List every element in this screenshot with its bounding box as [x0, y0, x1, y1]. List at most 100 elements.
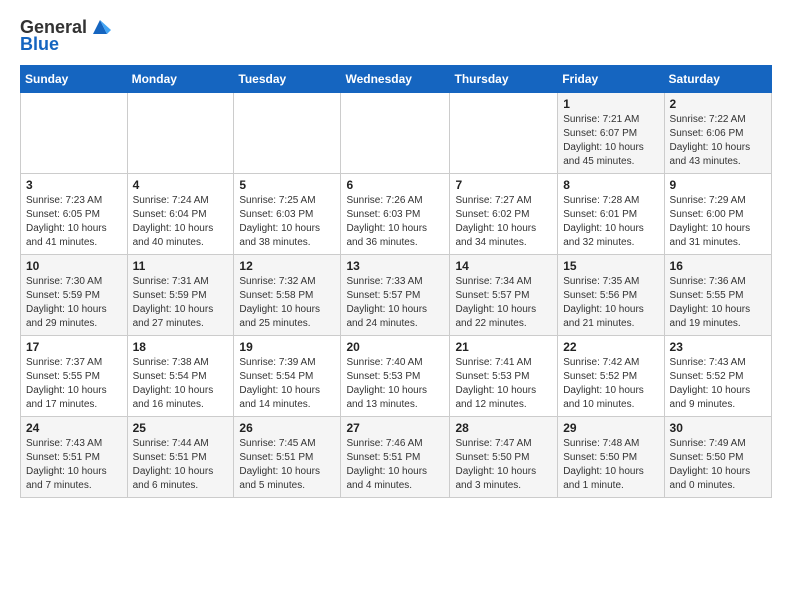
calendar-cell: 14 Sunrise: 7:34 AM Sunset: 5:57 PM Dayli…	[450, 255, 558, 336]
day-info: Sunrise: 7:25 AM Sunset: 6:03 PM Dayligh…	[239, 194, 335, 250]
week-row-1: 3Sunrise: 7:23 AM Sunset: 6:05 PM Daylig…	[21, 174, 772, 255]
day-info: Sunrise: 7:29 AM Sunset: 6:00 PM Dayligh…	[670, 194, 766, 250]
day-info: Sunrise: 7:33 AM Sunset: 5:57 PM Dayligh…	[346, 275, 444, 331]
calendar-cell: 23 Sunrise: 7:43 AM Sunset: 5:52 PM Dayli…	[664, 336, 771, 417]
day-number: 21	[455, 340, 552, 354]
calendar-cell: 13 Sunrise: 7:33 AM Sunset: 5:57 PM Dayli…	[341, 255, 450, 336]
day-number: 16	[670, 259, 766, 273]
day-number: 18	[133, 340, 229, 354]
day-info: Sunrise: 7:43 AM Sunset: 5:52 PM Dayligh…	[670, 356, 766, 412]
day-number: 28	[455, 421, 552, 435]
day-number: 24	[26, 421, 122, 435]
calendar-cell	[127, 93, 234, 174]
day-header-tuesday: Tuesday	[234, 66, 341, 93]
page-container: General Blue SundayMondayTuesdayWednesda…	[0, 0, 792, 508]
logo: General Blue	[20, 16, 111, 55]
day-info: Sunrise: 7:26 AM Sunset: 6:03 PM Dayligh…	[346, 194, 444, 250]
day-header-sunday: Sunday	[21, 66, 128, 93]
day-info: Sunrise: 7:49 AM Sunset: 5:50 PM Dayligh…	[670, 437, 766, 493]
day-info: Sunrise: 7:36 AM Sunset: 5:55 PM Dayligh…	[670, 275, 766, 331]
day-number: 15	[563, 259, 658, 273]
calendar-cell: 30 Sunrise: 7:49 AM Sunset: 5:50 PM Dayli…	[664, 417, 771, 498]
calendar-cell: 27 Sunrise: 7:46 AM Sunset: 5:51 PM Dayli…	[341, 417, 450, 498]
day-info: Sunrise: 7:32 AM Sunset: 5:58 PM Dayligh…	[239, 275, 335, 331]
calendar-cell: 25 Sunrise: 7:44 AM Sunset: 5:51 PM Dayli…	[127, 417, 234, 498]
week-row-2: 10 Sunrise: 7:30 AM Sunset: 5:59 PM Dayli…	[21, 255, 772, 336]
day-header-thursday: Thursday	[450, 66, 558, 93]
week-row-3: 17 Sunrise: 7:37 AM Sunset: 5:55 PM Dayli…	[21, 336, 772, 417]
day-info: Sunrise: 7:30 AM Sunset: 5:59 PM Dayligh…	[26, 275, 122, 331]
day-number: 12	[239, 259, 335, 273]
calendar-cell: 29 Sunrise: 7:48 AM Sunset: 5:50 PM Dayli…	[558, 417, 664, 498]
day-number: 25	[133, 421, 229, 435]
day-number: 14	[455, 259, 552, 273]
day-number: 4	[133, 178, 229, 192]
day-info: Sunrise: 7:46 AM Sunset: 5:51 PM Dayligh…	[346, 437, 444, 493]
day-header-monday: Monday	[127, 66, 234, 93]
calendar-cell: 9 Sunrise: 7:29 AM Sunset: 6:00 PM Daylig…	[664, 174, 771, 255]
day-info: Sunrise: 7:45 AM Sunset: 5:51 PM Dayligh…	[239, 437, 335, 493]
day-number: 23	[670, 340, 766, 354]
logo-icon	[89, 16, 111, 38]
calendar-cell: 3Sunrise: 7:23 AM Sunset: 6:05 PM Daylig…	[21, 174, 128, 255]
calendar-cell: 16 Sunrise: 7:36 AM Sunset: 5:55 PM Dayli…	[664, 255, 771, 336]
day-number: 9	[670, 178, 766, 192]
calendar-cell	[234, 93, 341, 174]
calendar-cell: 21Sunrise: 7:41 AM Sunset: 5:53 PM Dayli…	[450, 336, 558, 417]
day-info: Sunrise: 7:31 AM Sunset: 5:59 PM Dayligh…	[133, 275, 229, 331]
calendar-cell: 4Sunrise: 7:24 AM Sunset: 6:04 PM Daylig…	[127, 174, 234, 255]
day-number: 7	[455, 178, 552, 192]
calendar-cell: 6Sunrise: 7:26 AM Sunset: 6:03 PM Daylig…	[341, 174, 450, 255]
day-header-saturday: Saturday	[664, 66, 771, 93]
day-number: 5	[239, 178, 335, 192]
calendar-cell: 17 Sunrise: 7:37 AM Sunset: 5:55 PM Dayli…	[21, 336, 128, 417]
day-number: 19	[239, 340, 335, 354]
calendar-cell: 22 Sunrise: 7:42 AM Sunset: 5:52 PM Dayli…	[558, 336, 664, 417]
calendar-cell: 5 Sunrise: 7:25 AM Sunset: 6:03 PM Daylig…	[234, 174, 341, 255]
day-info: Sunrise: 7:42 AM Sunset: 5:52 PM Dayligh…	[563, 356, 658, 412]
day-number: 20	[346, 340, 444, 354]
day-header-wednesday: Wednesday	[341, 66, 450, 93]
day-info: Sunrise: 7:37 AM Sunset: 5:55 PM Dayligh…	[26, 356, 122, 412]
day-header-friday: Friday	[558, 66, 664, 93]
calendar-cell: 24 Sunrise: 7:43 AM Sunset: 5:51 PM Dayli…	[21, 417, 128, 498]
day-number: 11	[133, 259, 229, 273]
calendar-cell: 2Sunrise: 7:22 AM Sunset: 6:06 PM Daylig…	[664, 93, 771, 174]
header: General Blue	[20, 16, 772, 55]
calendar-cell: 26 Sunrise: 7:45 AM Sunset: 5:51 PM Dayli…	[234, 417, 341, 498]
calendar-cell: 10 Sunrise: 7:30 AM Sunset: 5:59 PM Dayli…	[21, 255, 128, 336]
day-info: Sunrise: 7:22 AM Sunset: 6:06 PM Dayligh…	[670, 113, 766, 169]
day-info: Sunrise: 7:27 AM Sunset: 6:02 PM Dayligh…	[455, 194, 552, 250]
day-info: Sunrise: 7:40 AM Sunset: 5:53 PM Dayligh…	[346, 356, 444, 412]
day-info: Sunrise: 7:34 AM Sunset: 5:57 PM Dayligh…	[455, 275, 552, 331]
days-header-row: SundayMondayTuesdayWednesdayThursdayFrid…	[21, 66, 772, 93]
day-number: 13	[346, 259, 444, 273]
calendar-cell: 8 Sunrise: 7:28 AM Sunset: 6:01 PM Daylig…	[558, 174, 664, 255]
calendar-cell: 12 Sunrise: 7:32 AM Sunset: 5:58 PM Dayli…	[234, 255, 341, 336]
day-info: Sunrise: 7:44 AM Sunset: 5:51 PM Dayligh…	[133, 437, 229, 493]
calendar-cell: 19 Sunrise: 7:39 AM Sunset: 5:54 PM Dayli…	[234, 336, 341, 417]
calendar-cell: 18Sunrise: 7:38 AM Sunset: 5:54 PM Dayli…	[127, 336, 234, 417]
day-number: 22	[563, 340, 658, 354]
day-info: Sunrise: 7:48 AM Sunset: 5:50 PM Dayligh…	[563, 437, 658, 493]
calendar-cell: 1Sunrise: 7:21 AM Sunset: 6:07 PM Daylig…	[558, 93, 664, 174]
day-number: 27	[346, 421, 444, 435]
week-row-4: 24 Sunrise: 7:43 AM Sunset: 5:51 PM Dayli…	[21, 417, 772, 498]
day-info: Sunrise: 7:47 AM Sunset: 5:50 PM Dayligh…	[455, 437, 552, 493]
day-number: 17	[26, 340, 122, 354]
day-info: Sunrise: 7:28 AM Sunset: 6:01 PM Dayligh…	[563, 194, 658, 250]
calendar-table: SundayMondayTuesdayWednesdayThursdayFrid…	[20, 65, 772, 498]
calendar-cell: 20 Sunrise: 7:40 AM Sunset: 5:53 PM Dayli…	[341, 336, 450, 417]
day-number: 30	[670, 421, 766, 435]
day-number: 10	[26, 259, 122, 273]
day-number: 26	[239, 421, 335, 435]
calendar-cell: 7 Sunrise: 7:27 AM Sunset: 6:02 PM Daylig…	[450, 174, 558, 255]
day-info: Sunrise: 7:23 AM Sunset: 6:05 PM Dayligh…	[26, 194, 122, 250]
calendar-cell: 15 Sunrise: 7:35 AM Sunset: 5:56 PM Dayli…	[558, 255, 664, 336]
day-number: 29	[563, 421, 658, 435]
day-info: Sunrise: 7:43 AM Sunset: 5:51 PM Dayligh…	[26, 437, 122, 493]
calendar-cell	[341, 93, 450, 174]
day-info: Sunrise: 7:35 AM Sunset: 5:56 PM Dayligh…	[563, 275, 658, 331]
day-number: 8	[563, 178, 658, 192]
day-info: Sunrise: 7:39 AM Sunset: 5:54 PM Dayligh…	[239, 356, 335, 412]
